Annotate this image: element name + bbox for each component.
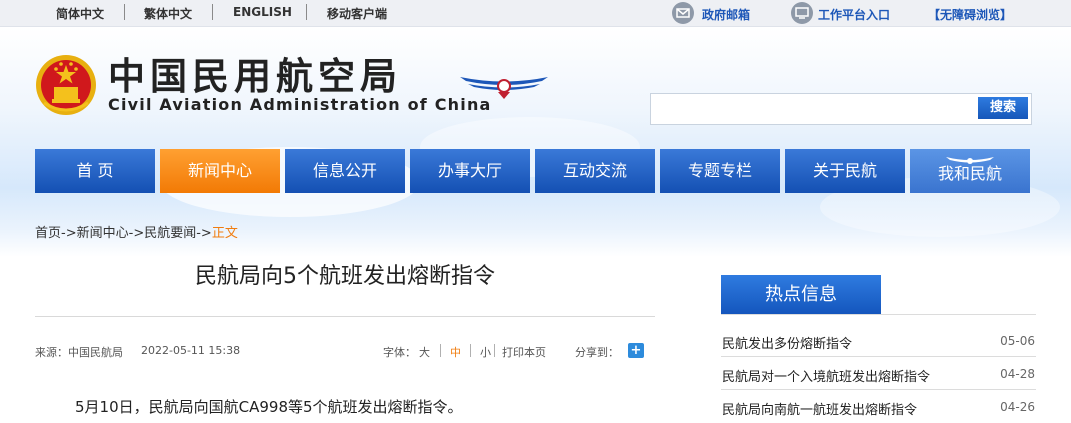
share-label: 分享到： [575,346,619,359]
divider [440,344,441,357]
hot-info-item-date: 05-06 [1000,334,1035,348]
gov-mail-link[interactable]: 政府邮箱 [702,6,750,23]
nav-special-topics[interactable]: 专题专栏 [660,149,780,193]
hot-info-divider [721,314,1036,315]
search-box: 搜索 [650,93,1032,125]
nav-home[interactable]: 首 页 [35,149,155,193]
hot-info-item[interactable]: 民航局向南航一航班发出熔断指令 04-26 [721,392,1036,422]
nav-interaction[interactable]: 互动交流 [535,149,655,193]
nav-about[interactable]: 关于民航 [785,149,905,193]
font-size-label: 字体： [383,346,416,359]
search-input[interactable] [653,97,977,121]
search-button[interactable]: 搜索 [978,97,1028,119]
site-title-en: Civil Aviation Administration of China [108,95,492,114]
mobile-client-link[interactable]: 移动客户端 [327,5,387,22]
monitor-icon[interactable] [791,2,813,24]
national-emblem-icon [36,55,96,115]
font-large-button[interactable]: 大 [419,344,430,360]
hot-info-item[interactable]: 民航局对一个入境航班发出熔断指令 04-28 [721,359,1036,390]
nav-service-hall[interactable]: 办事大厅 [410,149,530,193]
hot-info-item-date: 04-26 [1000,400,1035,414]
breadcrumb-news[interactable]: 新闻中心 [77,226,129,241]
site-title-cn: 中国民用航空局 [108,55,402,98]
breadcrumb-arrow: -> [128,226,145,241]
share-plus-icon[interactable]: + [628,343,644,358]
hot-info-item-date: 04-28 [1000,367,1035,381]
divider [124,4,125,20]
divider [470,344,471,357]
caac-wings-logo-icon [460,77,548,99]
divider [494,344,495,357]
hot-info-item-title[interactable]: 民航局对一个入境航班发出熔断指令 [722,366,930,385]
article-source: 来源：中国民航局 [35,346,123,359]
lang-english-link[interactable]: ENGLISH [233,5,292,19]
divider [306,4,307,20]
top-bar: 简体中文 繁体中文 ENGLISH 移动客户端 政府邮箱 工作平台入口 【无障碍… [0,0,1071,27]
accessibility-link[interactable]: 【无障碍浏览】 [928,6,1012,23]
nav-me-and-caac[interactable]: 我和民航 [910,149,1030,193]
breadcrumb-arrow: -> [61,226,77,241]
breadcrumb-current: 正文 [211,226,238,241]
article-divider [35,316,655,317]
nav-news-center[interactable]: 新闻中心 [160,149,280,193]
hot-info-item-title[interactable]: 民航发出多份熔断指令 [722,333,852,352]
font-medium-button[interactable]: 中 [450,344,461,360]
article-title: 民航局向5个航班发出熔断指令 [195,264,495,289]
lang-traditional-link[interactable]: 繁体中文 [144,5,192,22]
font-small-button[interactable]: 小 [480,344,491,360]
divider [212,4,213,20]
breadcrumb-section[interactable]: 民航要闻 [144,226,196,241]
work-portal-link[interactable]: 工作平台入口 [818,6,890,23]
hot-info-item[interactable]: 民航发出多份熔断指令 05-06 [721,326,1036,357]
print-button[interactable]: 打印本页 [502,344,546,360]
article-datetime: 2022-05-11 15:38 [141,344,241,357]
nav-info-disclosure[interactable]: 信息公开 [285,149,405,193]
article-body: 5月10日，民航局向国航CA998等5个航班发出熔断指令。 [75,398,463,416]
mail-icon[interactable] [672,2,694,24]
breadcrumb: 首页->新闻中心->民航要闻->正文 [35,222,238,241]
breadcrumb-arrow: -> [196,226,212,241]
lang-simplified-link[interactable]: 简体中文 [56,5,104,22]
hot-info-item-title[interactable]: 民航局向南航一航班发出熔断指令 [722,399,917,418]
breadcrumb-home[interactable]: 首页 [35,226,61,241]
wings-icon [946,157,994,164]
hot-info-title: 热点信息 [721,275,881,314]
